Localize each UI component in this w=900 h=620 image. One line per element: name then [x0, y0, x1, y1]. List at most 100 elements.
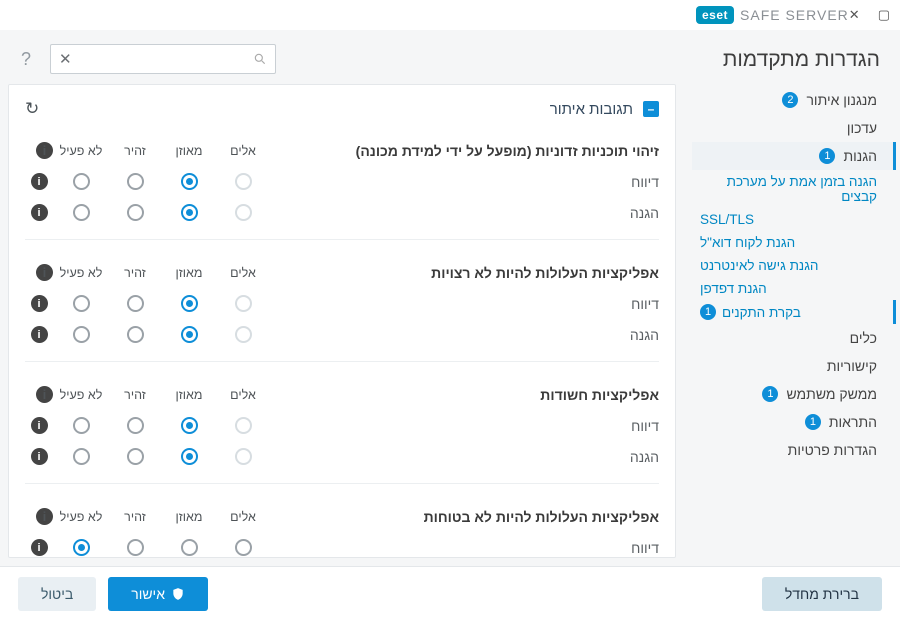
radio-aggressive[interactable]: [235, 539, 252, 556]
page-title: הגדרות מתקדמות: [692, 48, 896, 86]
setting-row: דיווחi: [25, 173, 659, 190]
radio-cautious[interactable]: [127, 417, 144, 434]
levels-header: אפליקציות העלולות להיות לא רצויותאליםמאו…: [25, 264, 659, 281]
group-title: אפליקציות העלולות להיות לא בטוחות: [271, 509, 659, 525]
info-icon[interactable]: i: [36, 386, 53, 403]
cancel-button[interactable]: ביטול: [18, 577, 96, 611]
sidebar-item-connectivity[interactable]: קישוריות: [692, 352, 896, 380]
sidebar-sub-realtime-fs[interactable]: הגנה בזמן אמת על מערכת קבצים: [692, 170, 896, 208]
setting-row: הגנה i: [25, 448, 659, 465]
level-header-balanced: מאוזן: [163, 266, 215, 280]
info-icon[interactable]: i: [31, 448, 48, 465]
radio-off[interactable]: [73, 295, 90, 312]
sidebar-sub-browser[interactable]: הגנת דפדפן: [692, 277, 896, 300]
sidebar-item-ui[interactable]: ממשק משתמש 1: [692, 380, 896, 408]
radio-cautious[interactable]: [127, 204, 144, 221]
level-header-off: לא פעיל: [55, 388, 107, 402]
radio-cautious[interactable]: [127, 173, 144, 190]
radio-balanced[interactable]: [181, 295, 198, 312]
radio-off[interactable]: [73, 448, 90, 465]
shield-icon: [171, 587, 185, 601]
radio-balanced[interactable]: [181, 448, 198, 465]
info-icon[interactable]: i: [36, 508, 53, 525]
settings-panel: – תגובות איתור ↻ זיהוי תוכניות זדוניות (…: [8, 84, 676, 558]
radio-balanced[interactable]: [181, 204, 198, 221]
product-name: SAFE SERVER: [740, 7, 849, 23]
row-label: דיווח: [271, 296, 659, 312]
sidebar-item-label: הגדרות פרטיות: [788, 442, 877, 458]
level-header-balanced: מאוזן: [163, 510, 215, 524]
setting-row: הגנהi: [25, 204, 659, 221]
sidebar-sub-email-client[interactable]: הגנת לקוח דוא"ל: [692, 231, 896, 254]
row-label: הגנה: [271, 327, 659, 343]
row-label: הגנה: [271, 449, 659, 465]
radio-balanced[interactable]: [181, 326, 198, 343]
clear-icon[interactable]: ✕: [59, 50, 72, 68]
protections-subgroup: הגנה בזמן אמת על מערכת קבצים SSL/TLS הגנ…: [692, 170, 896, 324]
setting-row: דיווח i: [25, 417, 659, 434]
sidebar-item-notifications[interactable]: התראות 1: [692, 408, 896, 436]
info-icon[interactable]: i: [31, 173, 48, 190]
window-controls: ✕ ▢: [849, 7, 890, 23]
reset-icon[interactable]: ↻: [25, 99, 39, 119]
group-title: אפליקציות חשודות: [271, 387, 659, 403]
default-button[interactable]: ברירת מחדל: [762, 577, 882, 611]
sidebar-item-label: כלים: [850, 330, 877, 346]
info-icon[interactable]: i: [31, 539, 48, 556]
row-label: דיווח: [271, 540, 659, 556]
footer: ברירת מחדל אישור ביטול: [0, 566, 900, 620]
radio-aggressive[interactable]: [235, 295, 252, 312]
search-box[interactable]: ✕: [50, 44, 276, 74]
radio-balanced[interactable]: [181, 173, 198, 190]
radio-aggressive[interactable]: [235, 417, 252, 434]
radio-cautious[interactable]: [127, 448, 144, 465]
close-icon[interactable]: ✕: [849, 7, 860, 23]
level-header-off: לא פעיל: [55, 266, 107, 280]
radio-balanced[interactable]: [181, 417, 198, 434]
eset-logo: eset: [696, 6, 734, 24]
sidebar-item-update[interactable]: עדכון: [692, 114, 896, 142]
radio-balanced[interactable]: [181, 539, 198, 556]
info-icon[interactable]: i: [36, 264, 53, 281]
sidebar-item-tools[interactable]: כלים: [692, 324, 896, 352]
level-header-balanced: מאוזן: [163, 388, 215, 402]
radio-off[interactable]: [73, 539, 90, 556]
panel-title: תגובות איתור: [550, 101, 633, 118]
radio-cautious[interactable]: [127, 539, 144, 556]
info-icon[interactable]: i: [36, 142, 53, 159]
sidebar-item-detection-engine[interactable]: מנגנון איתור 2: [692, 86, 896, 114]
ok-button[interactable]: אישור: [108, 577, 208, 611]
setting-group: אפליקציות חשודותאליםמאוזןזהירלא פעילiדיו…: [25, 361, 659, 483]
level-header-off: לא פעיל: [55, 510, 107, 524]
search-input[interactable]: [72, 52, 253, 67]
radio-aggressive[interactable]: [235, 326, 252, 343]
radio-off[interactable]: [73, 173, 90, 190]
info-icon[interactable]: i: [31, 417, 48, 434]
radio-off[interactable]: [73, 204, 90, 221]
radio-aggressive[interactable]: [235, 204, 252, 221]
help-icon[interactable]: ?: [16, 49, 36, 69]
levels-header: אפליקציות העלולות להיות לא בטוחותאליםמאו…: [25, 508, 659, 525]
collapse-icon[interactable]: –: [643, 101, 659, 117]
group-title: זיהוי תוכניות זדוניות (מופעל על ידי למיד…: [271, 143, 659, 159]
row-label: דיווח: [271, 418, 659, 434]
sidebar-sub-ssl-tls[interactable]: SSL/TLS: [692, 208, 896, 231]
radio-cautious[interactable]: [127, 326, 144, 343]
maximize-icon[interactable]: ▢: [878, 7, 890, 23]
radio-off[interactable]: [73, 417, 90, 434]
radio-cautious[interactable]: [127, 295, 144, 312]
info-icon[interactable]: i: [31, 295, 48, 312]
sidebar-item-label: קישוריות: [827, 358, 877, 374]
info-icon[interactable]: i: [31, 204, 48, 221]
sidebar-item-privacy[interactable]: הגדרות פרטיות: [692, 436, 896, 464]
sidebar: הגדרות מתקדמות מנגנון איתור 2 עדכון הגנו…: [692, 30, 900, 566]
level-header-aggressive: אלים: [217, 388, 269, 402]
sidebar-item-protections[interactable]: הגנות 1: [692, 142, 896, 170]
info-icon[interactable]: i: [31, 326, 48, 343]
radio-off[interactable]: [73, 326, 90, 343]
sidebar-sub-web-access[interactable]: הגנת גישה לאינטרנט: [692, 254, 896, 277]
radio-aggressive[interactable]: [235, 448, 252, 465]
radio-aggressive[interactable]: [235, 173, 252, 190]
badge: 2: [782, 92, 798, 108]
sidebar-sub-device-control[interactable]: בקרת התקנים 1: [692, 300, 896, 324]
